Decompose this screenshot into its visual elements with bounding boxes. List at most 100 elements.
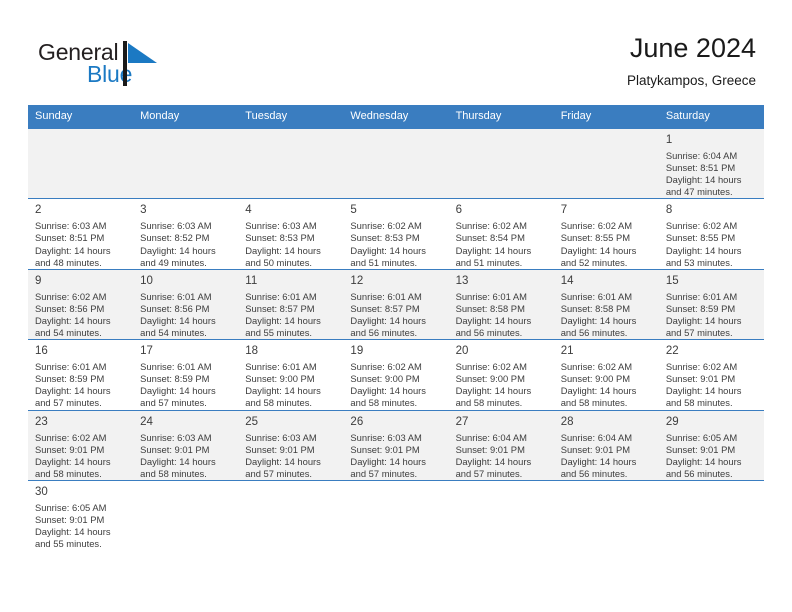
day-number: 27 [455,415,469,428]
sunset-text: Sunset: 9:00 PM [350,373,420,385]
daylight-text-line2: and 58 minutes. [455,397,523,409]
sunset-text: Sunset: 9:00 PM [560,373,631,385]
calendar-body: 1 Sunrise: 6:04 AM Sunset: 8:51 PM Dayli… [28,127,764,551]
sunrise-text: Sunrise: 6:01 AM [245,290,317,302]
daylight-text-line2: and 56 minutes. [560,467,628,479]
day-number: 24 [140,415,153,428]
sunrise-text: Sunrise: 6:01 AM [350,290,422,302]
daylight-text-line2: and 58 minutes. [140,467,207,479]
day-number: 3 [140,204,147,217]
weekday-header-monday: Monday [133,105,239,129]
daylight-text-line1: Daylight: 14 hours [245,314,321,326]
calendar-week-row: 1 Sunrise: 6:04 AM Sunset: 8:51 PM Dayli… [28,127,764,199]
day-number: 21 [560,345,574,358]
day-cell[interactable]: 18 Sunrise: 6:01 AM Sunset: 9:00 PM Dayl… [238,339,344,410]
sunrise-text: Sunrise: 6:03 AM [140,220,212,232]
day-number: 28 [560,415,574,428]
day-cell[interactable]: 19 Sunrise: 6:02 AM Sunset: 9:00 PM Dayl… [343,339,449,410]
day-cell[interactable]: 6 Sunrise: 6:02 AM Sunset: 8:54 PM Dayli… [448,198,554,270]
day-number: 30 [35,485,48,498]
sunset-text: Sunset: 9:01 PM [140,443,210,455]
sunrise-text: Sunrise: 6:04 AM [665,150,738,161]
sunset-text: Sunset: 8:56 PM [140,302,210,314]
day-cell [553,479,659,551]
day-number: 23 [35,415,48,428]
general-blue-logo[interactable]: General Blue [38,40,238,92]
day-number: 8 [665,204,673,217]
day-cell[interactable]: 27 Sunrise: 6:04 AM Sunset: 9:01 PM Dayl… [448,409,554,481]
calendar-week-row: 30 Sunrise: 6:05 AM Sunset: 9:01 PM Dayl… [28,479,764,551]
day-cell [448,479,554,551]
daylight-text-line2: and 55 minutes. [35,538,102,550]
day-cell[interactable]: 10 Sunrise: 6:01 AM Sunset: 8:56 PM Dayl… [133,268,239,340]
daylight-text-line2: and 49 minutes. [140,256,207,268]
sunrise-text: Sunrise: 6:05 AM [665,431,738,443]
sunset-text: Sunset: 8:58 PM [455,302,525,314]
day-cell[interactable]: 29 Sunrise: 6:05 AM Sunset: 9:01 PM Dayl… [658,409,764,481]
day-cell [238,479,344,551]
day-cell[interactable]: 4 Sunrise: 6:03 AM Sunset: 8:53 PM Dayli… [238,198,344,270]
day-cell[interactable]: 30 Sunrise: 6:05 AM Sunset: 9:01 PM Dayl… [28,479,134,551]
day-number: 25 [245,415,259,428]
day-cell [658,479,764,551]
daylight-text-line1: Daylight: 14 hours [140,314,216,326]
day-cell[interactable]: 1 Sunrise: 6:04 AM Sunset: 8:51 PM Dayli… [658,127,764,199]
day-cell[interactable]: 23 Sunrise: 6:02 AM Sunset: 9:01 PM Dayl… [28,409,134,481]
day-cell[interactable]: 9 Sunrise: 6:02 AM Sunset: 8:56 PM Dayli… [28,268,134,340]
day-number: 17 [140,345,153,358]
weekday-header-wednesday: Wednesday [343,105,449,129]
day-cell[interactable]: 22 Sunrise: 6:02 AM Sunset: 9:01 PM Dayl… [658,339,764,410]
daylight-text-line2: and 50 minutes. [245,256,312,268]
day-number: 7 [560,204,568,217]
daylight-text-line2: and 47 minutes. [665,186,733,198]
day-cell [343,479,449,551]
daylight-text-line2: and 48 minutes. [35,256,102,268]
calendar-week-row: 9 Sunrise: 6:02 AM Sunset: 8:56 PM Dayli… [28,268,764,340]
day-cell[interactable]: 5 Sunrise: 6:02 AM Sunset: 8:53 PM Dayli… [343,198,449,270]
day-cell[interactable]: 20 Sunrise: 6:02 AM Sunset: 9:00 PM Dayl… [448,339,554,410]
sunrise-text: Sunrise: 6:01 AM [140,361,212,373]
sunrise-text: Sunrise: 6:01 AM [560,290,633,302]
daylight-text-line1: Daylight: 14 hours [140,455,216,467]
sunset-text: Sunset: 9:00 PM [245,373,315,385]
page-subtitle: Platykampos, Greece [626,73,756,88]
day-cell[interactable]: 25 Sunrise: 6:03 AM Sunset: 9:01 PM Dayl… [238,409,344,481]
sunset-text: Sunset: 9:01 PM [245,443,315,455]
day-cell[interactable]: 28 Sunrise: 6:04 AM Sunset: 9:01 PM Dayl… [553,409,659,481]
daylight-text-line1: Daylight: 14 hours [665,174,742,186]
sunset-text: Sunset: 8:55 PM [560,232,631,244]
calendar-page: General Blue June 2024 Platykampos, Gree… [0,0,792,612]
sunset-text: Sunset: 8:57 PM [350,302,420,314]
daylight-text-line2: and 56 minutes. [560,327,628,339]
sunset-text: Sunset: 8:55 PM [665,232,736,244]
day-cell[interactable]: 15 Sunrise: 6:01 AM Sunset: 8:59 PM Dayl… [658,268,764,340]
sunrise-text: Sunrise: 6:03 AM [35,220,107,232]
day-cell[interactable]: 3 Sunrise: 6:03 AM Sunset: 8:52 PM Dayli… [133,198,239,270]
day-cell[interactable]: 21 Sunrise: 6:02 AM Sunset: 9:00 PM Dayl… [553,339,659,410]
day-cell [238,127,344,199]
daylight-text-line1: Daylight: 14 hours [245,385,321,397]
day-number: 19 [350,345,364,358]
day-cell[interactable]: 12 Sunrise: 6:01 AM Sunset: 8:57 PM Dayl… [343,268,449,340]
daylight-text-line2: and 58 minutes. [245,397,312,409]
day-cell[interactable]: 16 Sunrise: 6:01 AM Sunset: 8:59 PM Dayl… [28,339,134,410]
sunset-text: Sunset: 9:01 PM [350,443,420,455]
day-cell[interactable]: 8 Sunrise: 6:02 AM Sunset: 8:55 PM Dayli… [658,198,764,270]
day-cell[interactable]: 26 Sunrise: 6:03 AM Sunset: 9:01 PM Dayl… [343,409,449,481]
day-number: 15 [665,274,679,287]
day-cell[interactable]: 13 Sunrise: 6:01 AM Sunset: 8:58 PM Dayl… [448,268,554,340]
day-cell[interactable]: 14 Sunrise: 6:01 AM Sunset: 8:58 PM Dayl… [553,268,659,340]
daylight-text-line2: and 57 minutes. [245,467,312,479]
weekday-header-thursday: Thursday [448,105,554,129]
day-cell[interactable]: 11 Sunrise: 6:01 AM Sunset: 8:57 PM Dayl… [238,268,344,340]
day-cell [28,127,134,199]
daylight-text-line2: and 55 minutes. [245,327,312,339]
daylight-text-line2: and 57 minutes. [455,467,523,479]
day-number: 11 [245,274,258,287]
day-cell[interactable]: 24 Sunrise: 6:03 AM Sunset: 9:01 PM Dayl… [133,409,239,481]
day-cell[interactable]: 2 Sunrise: 6:03 AM Sunset: 8:51 PM Dayli… [28,198,134,270]
daylight-text-line1: Daylight: 14 hours [350,244,426,256]
day-cell[interactable]: 17 Sunrise: 6:01 AM Sunset: 8:59 PM Dayl… [133,339,239,410]
calendar-week-row: 16 Sunrise: 6:01 AM Sunset: 8:59 PM Dayl… [28,339,764,410]
day-cell[interactable]: 7 Sunrise: 6:02 AM Sunset: 8:55 PM Dayli… [553,198,659,270]
